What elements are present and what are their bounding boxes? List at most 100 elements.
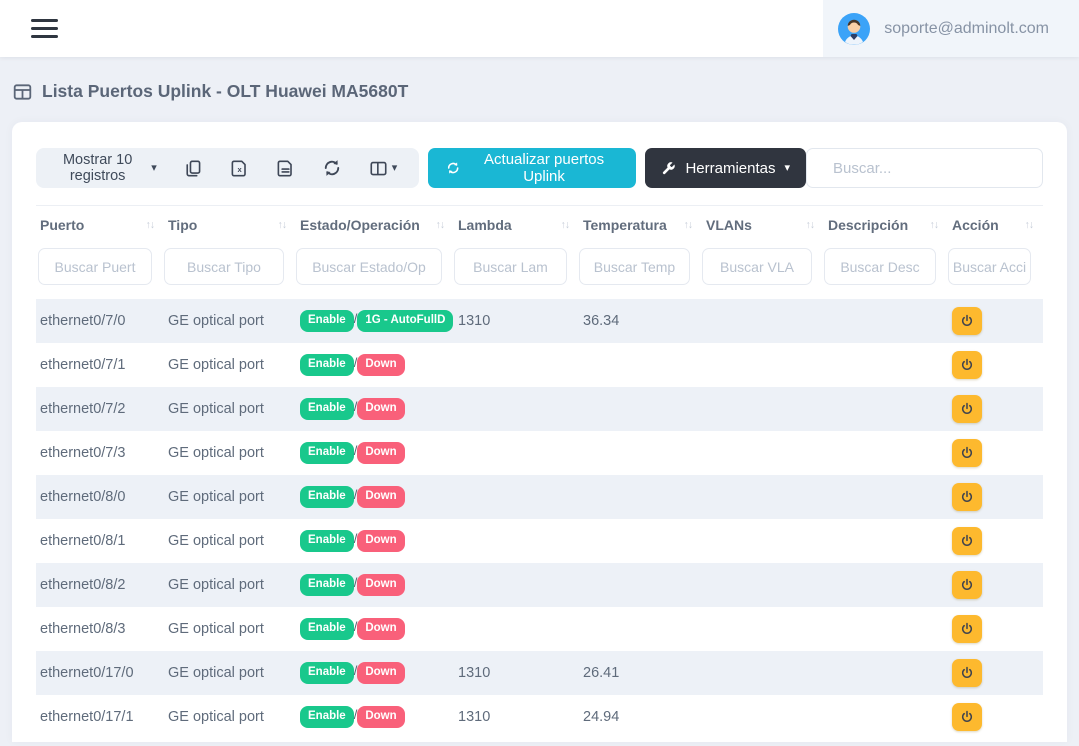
sort-icon: ↑↓ — [561, 219, 570, 231]
vlans-cell — [702, 651, 824, 695]
action-cell — [948, 607, 1043, 651]
power-icon — [960, 490, 974, 504]
column-visibility-button[interactable]: ▾ — [369, 159, 398, 178]
power-toggle-button[interactable] — [952, 307, 982, 335]
reload-button[interactable] — [322, 158, 342, 178]
type-cell: GE optical port — [164, 431, 296, 475]
chevron-down-icon: ▾ — [392, 163, 398, 174]
power-toggle-button[interactable] — [952, 351, 982, 379]
description-cell — [824, 431, 948, 475]
column-header[interactable]: Puerto↑↓ — [36, 206, 164, 243]
refresh-uplink-button[interactable]: Actualizar puertos Uplink — [428, 148, 636, 188]
table-row: ethernet0/8/3 GE optical port Enable/Dow… — [36, 607, 1043, 651]
menu-toggle-button[interactable] — [25, 13, 64, 45]
badge-separator: / — [354, 575, 358, 590]
port-cell: ethernet0/8/1 — [36, 519, 164, 563]
column-filter-input[interactable] — [702, 248, 812, 285]
oper-state-badge: Down — [357, 706, 404, 727]
column-label: Puerto — [40, 217, 84, 233]
type-cell: GE optical port — [164, 299, 296, 343]
lambda-cell — [454, 431, 579, 475]
port-cell: ethernet0/7/0 — [36, 299, 164, 343]
column-filter-input[interactable] — [948, 248, 1031, 285]
column-filter-input[interactable] — [38, 248, 152, 285]
vlans-cell — [702, 431, 824, 475]
column-header[interactable]: Descripción↑↓ — [824, 206, 948, 243]
tools-dropdown-button[interactable]: Herramientas ▾ — [645, 148, 806, 188]
state-cell: Enable/Down — [296, 607, 454, 651]
power-toggle-button[interactable] — [952, 615, 982, 643]
power-toggle-button[interactable] — [952, 571, 982, 599]
column-filter-input[interactable] — [296, 248, 442, 285]
state-cell: Enable/Down — [296, 563, 454, 607]
column-header[interactable]: Acción↑↓ — [948, 206, 1043, 243]
user-avatar — [837, 12, 871, 46]
column-header[interactable]: VLANs↑↓ — [702, 206, 824, 243]
state-cell: Enable/1G - AutoFullD — [296, 299, 454, 343]
port-cell: ethernet0/7/2 — [36, 387, 164, 431]
type-cell: GE optical port — [164, 343, 296, 387]
description-cell — [824, 651, 948, 695]
export-file-button[interactable] — [276, 159, 295, 178]
table-row: ethernet0/7/1 GE optical port Enable/Dow… — [36, 343, 1043, 387]
state-cell: Enable/Down — [296, 695, 454, 739]
user-menu[interactable]: soporte@adminolt.com — [823, 0, 1079, 57]
table-card: Mostrar 10 registros ▾ x — [12, 122, 1067, 742]
reload-icon — [322, 158, 342, 178]
toolbar: Mostrar 10 registros ▾ x — [36, 148, 1043, 188]
column-header[interactable]: Temperatura↑↓ — [579, 206, 702, 243]
oper-state-badge: Down — [357, 618, 404, 639]
action-cell — [948, 563, 1043, 607]
table-row: ethernet0/8/1 GE optical port Enable/Dow… — [36, 519, 1043, 563]
column-header[interactable]: Estado/Operación↑↓ — [296, 206, 454, 243]
sort-icon: ↑↓ — [278, 219, 287, 231]
vlans-cell — [702, 519, 824, 563]
oper-state-badge: Down — [357, 662, 404, 683]
global-search — [806, 148, 1043, 188]
power-toggle-button[interactable] — [952, 395, 982, 423]
global-search-input[interactable] — [831, 159, 1034, 178]
copy-button[interactable] — [184, 159, 203, 178]
column-header[interactable]: Tipo ↑↓ — [164, 206, 296, 243]
vlans-cell — [702, 299, 824, 343]
action-cell — [948, 519, 1043, 563]
column-filter-input[interactable] — [454, 248, 567, 285]
description-cell — [824, 563, 948, 607]
oper-state-badge: Down — [357, 574, 404, 595]
temperature-cell — [579, 343, 702, 387]
records-per-page-dropdown[interactable]: Mostrar 10 registros ▾ — [52, 152, 157, 184]
uplink-ports-table: Puerto↑↓Tipo↑↓Estado/Operación↑↓Lambda↑↓… — [36, 205, 1043, 739]
lambda-cell: 1310 — [454, 651, 579, 695]
export-excel-button[interactable]: x — [230, 159, 249, 178]
column-header[interactable]: Lambda↑↓ — [454, 206, 579, 243]
column-label: Tipo — [168, 217, 197, 233]
refresh-icon — [446, 160, 460, 176]
power-toggle-button[interactable] — [952, 439, 982, 467]
power-icon — [960, 358, 974, 372]
export-excel-icon: x — [230, 159, 249, 178]
column-filter-input[interactable] — [579, 248, 690, 285]
user-email: soporte@adminolt.com — [884, 20, 1049, 38]
vlans-cell — [702, 695, 824, 739]
lambda-cell — [454, 343, 579, 387]
temperature-cell — [579, 519, 702, 563]
description-cell — [824, 343, 948, 387]
power-toggle-button[interactable] — [952, 527, 982, 555]
table-icon — [12, 82, 33, 102]
admin-state-badge: Enable — [300, 706, 354, 727]
lambda-cell — [454, 387, 579, 431]
state-cell: Enable/Down — [296, 387, 454, 431]
admin-state-badge: Enable — [300, 310, 354, 331]
admin-state-badge: Enable — [300, 398, 354, 419]
svg-text:x: x — [237, 165, 242, 174]
power-toggle-button[interactable] — [952, 659, 982, 687]
power-toggle-button[interactable] — [952, 483, 982, 511]
port-cell: ethernet0/7/3 — [36, 431, 164, 475]
column-filter-input[interactable] — [824, 248, 936, 285]
column-visibility-icon — [369, 159, 388, 178]
sort-icon: ↑↓ — [930, 219, 939, 231]
state-cell: Enable/Down — [296, 431, 454, 475]
column-filter-input[interactable] — [164, 248, 284, 285]
power-toggle-button[interactable] — [952, 703, 982, 731]
oper-state-badge: Down — [357, 486, 404, 507]
